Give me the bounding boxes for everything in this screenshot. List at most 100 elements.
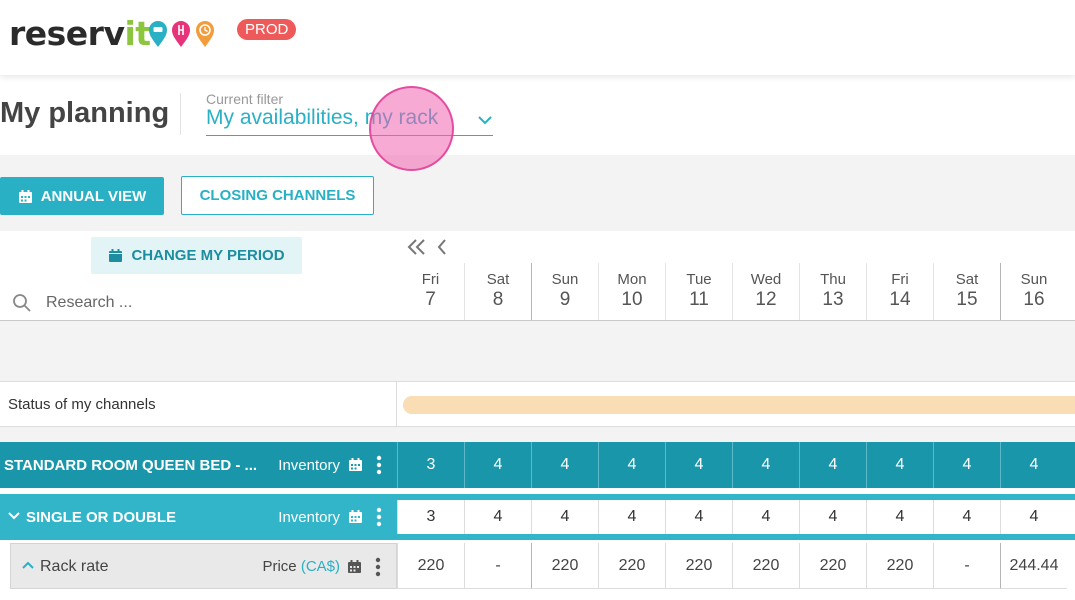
double-chevron-left-icon[interactable]: [407, 239, 425, 255]
inventory-cell[interactable]: 4: [531, 500, 598, 534]
channel-status-label: Status of my channels: [8, 396, 156, 413]
price-cell[interactable]: -: [464, 543, 531, 589]
search-icon: [13, 294, 31, 312]
day-number: 12: [755, 289, 777, 310]
day-name: Mon: [617, 271, 647, 288]
day-number: 14: [889, 289, 911, 310]
room-name[interactable]: STANDARD ROOM QUEEN BED - ...: [4, 457, 257, 474]
inventory-cell[interactable]: 4: [933, 500, 1000, 534]
chevron-up-icon[interactable]: [21, 559, 35, 571]
day-column-header: Thu 13: [799, 263, 866, 320]
price-cell[interactable]: -: [933, 543, 1000, 589]
day-column-header: Mon 10: [598, 263, 665, 320]
room-row: STANDARD ROOM QUEEN BED - ... Inventory …: [0, 442, 1075, 488]
price-cell[interactable]: 220: [866, 543, 933, 589]
more-options-icon[interactable]: [376, 455, 382, 475]
inventory-cell[interactable]: 4: [665, 500, 732, 534]
subroom-name[interactable]: SINGLE OR DOUBLE: [26, 509, 176, 526]
room-row-header: STANDARD ROOM QUEEN BED - ... Inventory: [0, 442, 397, 488]
change-period-button[interactable]: CHANGE MY PERIOD: [91, 237, 302, 274]
price-label: Price: [262, 558, 297, 575]
calendar-icon: [109, 249, 123, 262]
day-name: Tue: [686, 271, 712, 288]
inventory-cell[interactable]: 4: [866, 500, 933, 534]
day-name: Fri: [421, 271, 440, 288]
price-cell[interactable]: 220: [397, 543, 464, 589]
day-name: Fri: [891, 271, 909, 288]
day-column-header: Sun 16: [1000, 263, 1067, 320]
view-toolbar: ANNUAL VIEW CLOSING CHANNELS: [0, 155, 1075, 231]
price-cell[interactable]: 220: [531, 543, 598, 589]
rate-row: Rack rate Price (CA$) 220 - 220 220 220 …: [0, 543, 1075, 589]
inventory-cell[interactable]: 4: [598, 442, 665, 488]
change-period-label: CHANGE MY PERIOD: [131, 247, 285, 264]
search-input[interactable]: [46, 291, 346, 315]
more-options-icon[interactable]: [376, 507, 382, 527]
day-number: 8: [492, 289, 504, 310]
calendar-icon[interactable]: [348, 509, 363, 524]
channel-status-bar[interactable]: [403, 396, 1075, 414]
inventory-cell[interactable]: 3: [397, 442, 464, 488]
price-cell[interactable]: 244.44: [1000, 543, 1067, 589]
inventory-cell[interactable]: 4: [933, 442, 1000, 488]
inventory-cell[interactable]: 4: [799, 500, 866, 534]
day-number: 16: [1023, 289, 1045, 310]
chevron-down-icon[interactable]: [476, 113, 494, 127]
calendar-icon: [18, 189, 32, 203]
day-column-header: Sun 9: [531, 263, 598, 320]
annual-view-button[interactable]: ANNUAL VIEW: [0, 177, 164, 215]
inventory-cell[interactable]: 4: [598, 500, 665, 534]
annual-view-label: ANNUAL VIEW: [40, 187, 147, 205]
day-name: Sat: [955, 271, 979, 288]
day-number: 9: [559, 289, 571, 310]
chevron-down-icon[interactable]: [7, 510, 21, 522]
chevron-left-icon[interactable]: [437, 239, 446, 255]
click-indicator: [369, 86, 454, 171]
row-type-label: Inventory: [278, 509, 340, 526]
inventory-cell[interactable]: 4: [531, 442, 598, 488]
environment-badge: PROD: [237, 19, 297, 40]
day-number: 13: [822, 289, 844, 310]
inventory-cells: 3 4 4 4 4 4 4 4 4 4: [397, 500, 1075, 534]
spacer-band: [0, 321, 1075, 382]
day-number: 15: [956, 289, 978, 310]
row-type-label: Price (CA$): [262, 558, 340, 575]
day-column-header: Sat 8: [464, 263, 531, 320]
inventory-cell[interactable]: 4: [799, 442, 866, 488]
day-column-header: Wed 12: [732, 263, 799, 320]
more-options-icon[interactable]: [375, 557, 381, 577]
inventory-cell[interactable]: 3: [397, 500, 464, 534]
inventory-cell[interactable]: 4: [464, 500, 531, 534]
row-type-label: Inventory: [278, 457, 340, 474]
page-title: My planning: [0, 97, 170, 129]
period-nav: [407, 239, 446, 255]
reservit-logo[interactable]: reservit: [9, 14, 151, 53]
subroom-row: SINGLE OR DOUBLE Inventory 3 4 4 4 4 4 4…: [0, 494, 1075, 540]
price-cell[interactable]: 220: [799, 543, 866, 589]
price-cell[interactable]: 220: [665, 543, 732, 589]
inventory-cell[interactable]: 4: [1000, 442, 1067, 488]
day-name: Wed: [750, 271, 782, 288]
inventory-cell[interactable]: 4: [1000, 500, 1067, 534]
price-cell[interactable]: 220: [598, 543, 665, 589]
day-name: Thu: [820, 271, 846, 288]
rate-name[interactable]: Rack rate: [40, 558, 108, 576]
inventory-cell[interactable]: 4: [464, 442, 531, 488]
day-name: Sun: [551, 271, 579, 288]
inventory-cell[interactable]: 4: [732, 442, 799, 488]
closing-channels-button[interactable]: CLOSING CHANNELS: [181, 176, 374, 215]
inventory-cell[interactable]: 4: [732, 500, 799, 534]
day-header: Fri 7 Sat 8 Sun 9 Mon 10 Tue 11 Wed 12 Thu 13 F…: [397, 263, 1075, 320]
day-number: 11: [689, 289, 709, 310]
logo-text: reserv: [9, 14, 125, 53]
currency-label: (CA$): [300, 558, 340, 575]
rate-row-header: Rack rate Price (CA$): [10, 543, 397, 589]
inventory-cell[interactable]: 4: [665, 442, 732, 488]
day-number: 7: [425, 289, 436, 310]
calendar-icon[interactable]: [348, 457, 363, 472]
logo-pins-icon: [149, 21, 214, 47]
price-cell[interactable]: 220: [732, 543, 799, 589]
calendar-icon[interactable]: [347, 559, 362, 574]
logo-text-accent: it: [124, 14, 151, 53]
inventory-cell[interactable]: 4: [866, 442, 933, 488]
